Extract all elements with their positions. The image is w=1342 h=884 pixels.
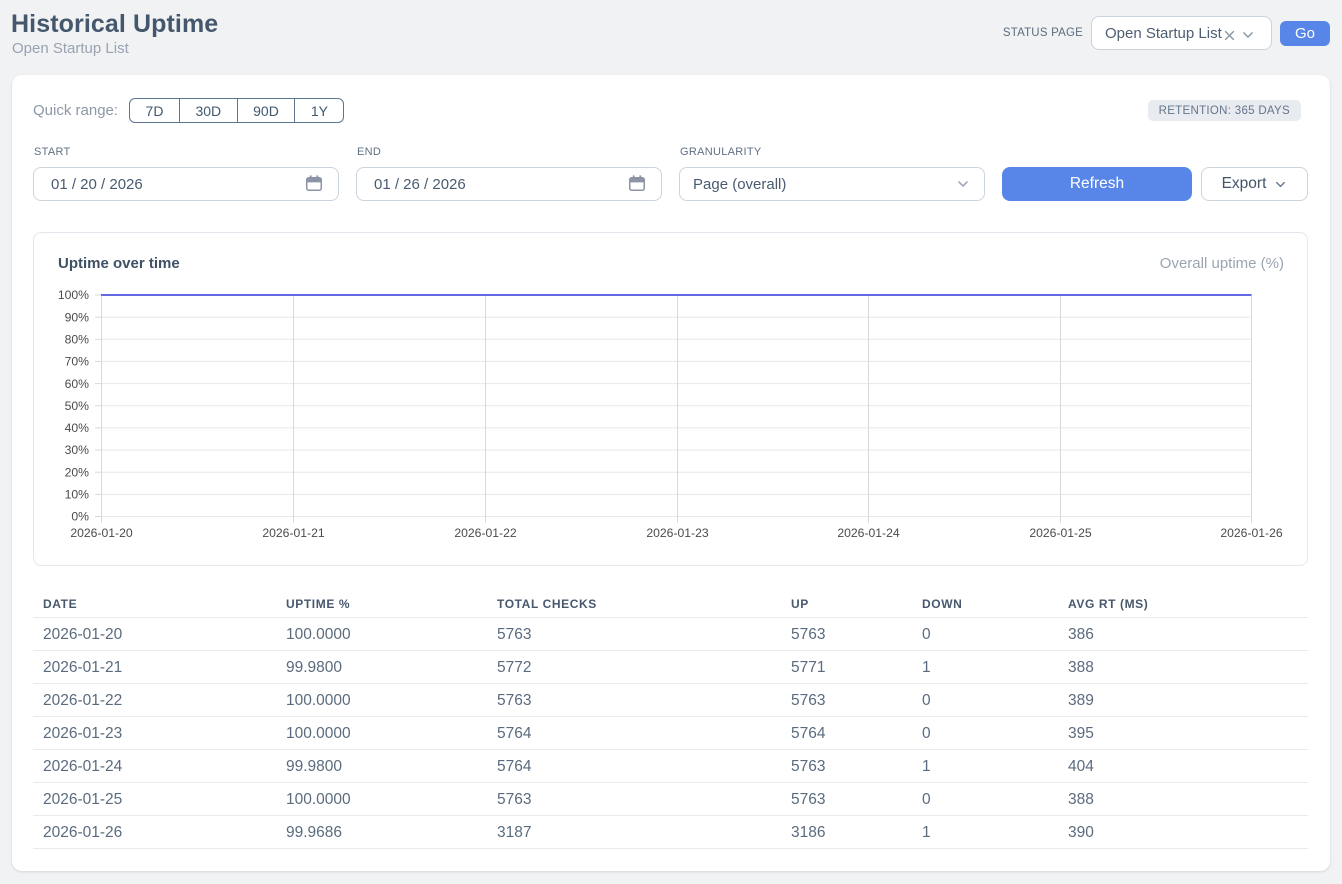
svg-text:50%: 50% <box>65 399 90 413</box>
svg-text:2026-01-20: 2026-01-20 <box>70 526 133 540</box>
svg-text:20%: 20% <box>65 465 90 479</box>
svg-text:70%: 70% <box>65 355 90 369</box>
svg-text:40%: 40% <box>65 421 90 435</box>
svg-text:2026-01-24: 2026-01-24 <box>837 526 900 540</box>
svg-text:2026-01-26: 2026-01-26 <box>1220 526 1283 540</box>
svg-text:10%: 10% <box>65 488 90 502</box>
svg-text:2026-01-21: 2026-01-21 <box>262 526 325 540</box>
svg-text:60%: 60% <box>65 377 90 391</box>
svg-text:80%: 80% <box>65 333 90 347</box>
svg-text:0%: 0% <box>71 510 89 524</box>
svg-text:2026-01-25: 2026-01-25 <box>1029 526 1092 540</box>
svg-text:2026-01-23: 2026-01-23 <box>646 526 709 540</box>
svg-text:90%: 90% <box>65 310 90 324</box>
svg-text:30%: 30% <box>65 443 90 457</box>
svg-text:100%: 100% <box>58 288 89 302</box>
svg-text:2026-01-22: 2026-01-22 <box>454 526 517 540</box>
